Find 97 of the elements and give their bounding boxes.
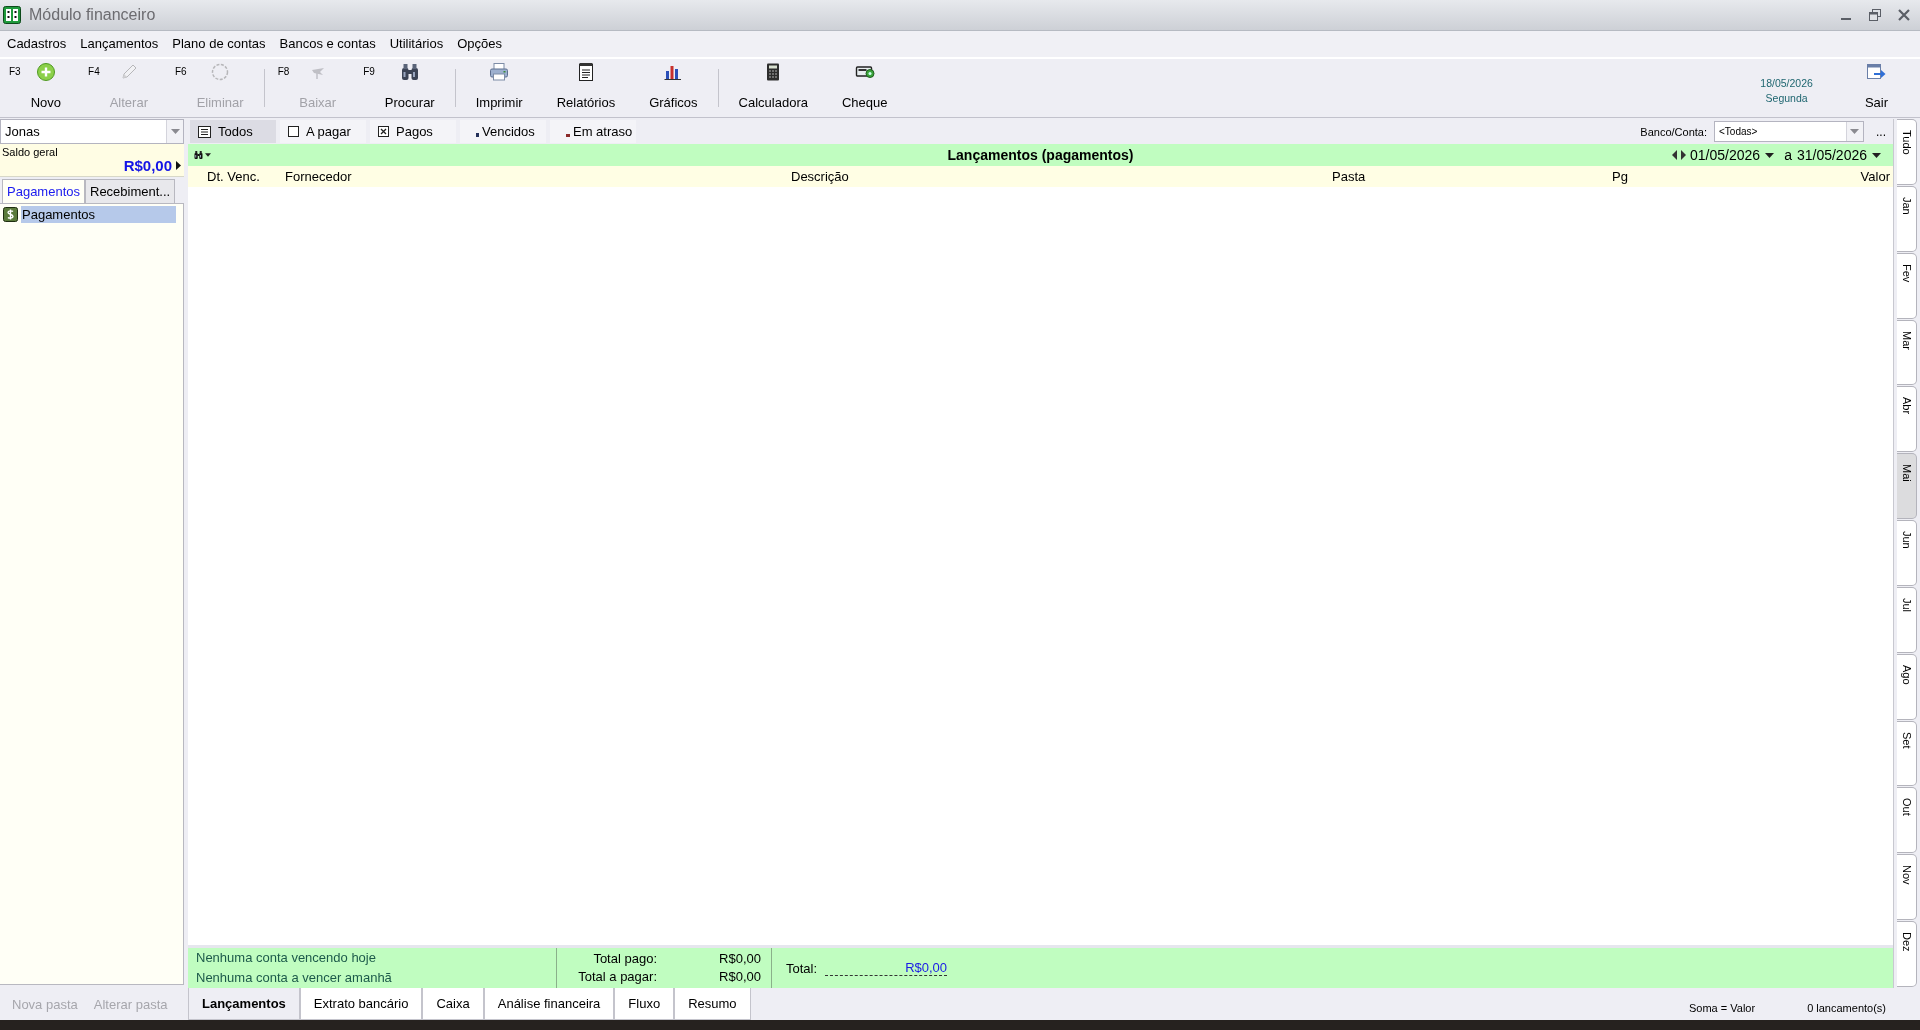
account-combobox[interactable]: Jonas [0, 119, 184, 144]
filter-button[interactable]: A pagar [280, 120, 366, 143]
month-tab[interactable]: Mar [1897, 319, 1917, 386]
status-text: 0 lancamento(s) [1807, 1002, 1886, 1014]
toolbar-button[interactable]: Imprimir [468, 59, 530, 116]
month-tab[interactable]: Ago [1897, 653, 1917, 720]
month-tab[interactable]: Set [1897, 720, 1917, 787]
arrow-right-icon[interactable] [1681, 150, 1687, 160]
menu-item[interactable]: Plano de contas [165, 34, 273, 54]
month-tab[interactable]: Dez [1897, 921, 1917, 987]
field-label: Banco/Conta: [1640, 125, 1707, 138]
total-value: R$0,00 [718, 968, 761, 986]
balance-amount: R$0,00 [123, 157, 172, 174]
tab[interactable]: Recebiment... [85, 179, 176, 203]
total-label: Total: [786, 960, 818, 976]
column-header[interactable]: Valor [1860, 169, 1890, 184]
toolbar-button[interactable]: Gráficos [642, 59, 705, 116]
filter-button[interactable]: Em atraso [550, 120, 636, 143]
caret-icon [1765, 152, 1775, 158]
shortcut-label: F9 [363, 66, 375, 77]
toolbar-button[interactable]: Calculadora [731, 59, 815, 116]
column-header[interactable]: Dt. Venc. [207, 169, 260, 184]
tab[interactable]: Lançamentos [188, 988, 300, 1020]
total-value: R$0,00 [718, 950, 761, 968]
tree-item[interactable]: Pagamentos [21, 206, 176, 223]
toolbar-button[interactable]: Cheque [834, 59, 895, 116]
range-label: a [1784, 147, 1792, 163]
close-icon[interactable] [1898, 9, 1910, 21]
account-combobox[interactable]: <Todas> [1714, 121, 1864, 142]
toolbar-button[interactable]: Novo [23, 59, 69, 116]
date-field[interactable]: 01/05/2026 [1690, 147, 1761, 163]
printer-icon [489, 62, 510, 82]
notice-text: Nenhuma conta vencendo hoje [196, 949, 376, 967]
money-icon [3, 207, 18, 222]
menu-item[interactable]: Lançamentos [73, 34, 166, 54]
window-title: Módulo financeiro [29, 6, 156, 24]
caret-icon [205, 153, 211, 157]
month-tab[interactable]: Tudo [1897, 119, 1917, 185]
balance-label: Saldo geral [2, 146, 58, 158]
box-icon [288, 126, 299, 137]
toolbar-button[interactable]: Procurar [377, 59, 442, 116]
ledger-title: Lançamentos (pagamentos) [947, 147, 1134, 163]
month-tab[interactable]: Jul [1897, 586, 1917, 653]
filter-button[interactable]: Todos [190, 120, 276, 143]
date-label: 18/05/2026 [1760, 76, 1813, 91]
menu-item[interactable]: Opções [450, 34, 509, 54]
notice-text: Nenhuma conta a vencer amanhã [196, 969, 392, 987]
total-label: Total pago: [592, 950, 657, 968]
menu-item[interactable]: Bancos e contas [272, 34, 383, 54]
caret-icon [1872, 152, 1881, 158]
column-header[interactable]: Pg [1612, 169, 1628, 184]
month-tab[interactable]: Jun [1897, 520, 1917, 586]
total-value: R$0,00 [825, 960, 948, 976]
menu-item[interactable]: Utilitários [382, 34, 451, 54]
cross-box-icon [378, 126, 389, 137]
shortcut-label: F3 [9, 66, 21, 77]
tab[interactable]: Pagamentos [2, 179, 85, 203]
month-tab[interactable]: Abr [1897, 386, 1917, 453]
arrow-left-icon[interactable] [1672, 150, 1678, 160]
month-tab[interactable]: Jan [1897, 185, 1917, 252]
month-tab[interactable]: Nov [1897, 854, 1917, 921]
month-tab[interactable]: Mai [1897, 453, 1917, 520]
month-tab[interactable]: Fev [1897, 252, 1917, 319]
list-icon [198, 125, 211, 138]
month-tab[interactable]: Out [1897, 787, 1917, 854]
caret-icon [1850, 129, 1860, 134]
tab[interactable]: Fluxo [614, 988, 675, 1020]
maximize-icon[interactable] [1869, 9, 1881, 21]
binoculars-icon [399, 62, 420, 82]
menu-item[interactable]: Cadastros [0, 34, 74, 54]
column-header[interactable]: Pasta [1332, 169, 1366, 184]
app-icon [3, 6, 21, 24]
more-button[interactable]: ... [1868, 124, 1893, 139]
tab[interactable]: Extrato bancário [299, 988, 423, 1020]
filter-button[interactable]: Vencidos [460, 120, 546, 143]
exit-icon [1866, 62, 1887, 82]
date-field[interactable]: 31/05/2026 [1796, 147, 1867, 163]
tab[interactable]: Análise financeira [483, 988, 615, 1020]
tab[interactable]: Resumo [674, 988, 751, 1020]
column-header[interactable]: Descrição [791, 169, 849, 184]
binoculars-icon[interactable] [193, 150, 204, 160]
weekday-label: Segunda [1765, 91, 1808, 106]
total-label: Total a pagar: [577, 968, 657, 986]
status-text: Soma = Valor [1689, 1002, 1756, 1014]
shortcut-label: F6 [175, 66, 187, 77]
ring-icon [210, 62, 231, 82]
shortcut-label: F8 [277, 66, 290, 77]
exit-button[interactable]: Sair [1860, 59, 1892, 116]
caret-icon [170, 129, 180, 134]
filter-button[interactable]: Pagos [370, 120, 456, 143]
triangle-icon [176, 161, 181, 170]
shortcut-label: F4 [88, 66, 100, 77]
tab[interactable]: Caixa [422, 988, 484, 1020]
add-icon [35, 62, 56, 82]
dash-icon [566, 134, 570, 137]
toolbar-button[interactable]: Relatórios [549, 59, 623, 116]
column-header[interactable]: Fornecedor [285, 169, 352, 184]
